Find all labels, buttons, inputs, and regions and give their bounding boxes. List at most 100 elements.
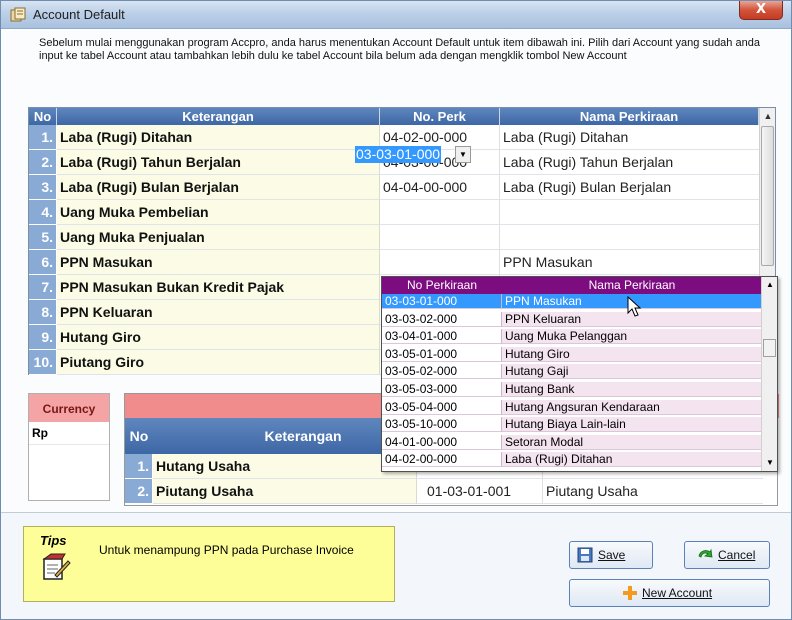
cancel-button[interactable]: Cancel [684,541,770,569]
row-nama-perkiraan[interactable] [500,225,759,250]
dropdown-item[interactable]: 03-05-04-000 Hutang Angsuran Kendaraan [382,399,762,415]
mouse-cursor-icon [627,296,642,317]
cancel-label: Cancel [718,548,756,562]
dropdown-item[interactable]: 04-02-00-000 Laba (Rugi) Ditahan [382,452,762,468]
dropdown-item-no: 04-01-00-000 [382,434,502,450]
table-row[interactable]: 6. PPN Masukan PPN Masukan [29,250,759,275]
row-keterangan[interactable]: Piutang Giro [57,350,380,375]
window-title: Account Default [33,7,125,22]
no-perk-combo-value[interactable]: 03-03-01-000 [355,146,442,163]
tips-text: Untuk menampung PPN pada Purchase Invoic… [99,543,354,557]
description-text: Sebelum mulai menggunakan program Accpro… [39,37,760,62]
dropdown-item-nama: Hutang Giro [502,346,762,362]
row-nama-perkiraan[interactable]: PPN Masukan [500,250,759,275]
undo-arrow-icon [698,548,713,558]
row-number[interactable]: 7. [29,275,57,300]
table-row[interactable]: 4. Uang Muka Pembelian [29,200,759,225]
col-header-nama-perkiraan[interactable]: Nama Perkiraan [500,108,759,125]
row-nama-perkiraan[interactable]: Laba (Rugi) Ditahan [500,125,759,150]
close-button[interactable]: X [739,1,783,20]
currency-grid[interactable]: Currency Rp [28,393,110,501]
dropdown-scrollbar[interactable]: ▲ ▼ [761,277,777,471]
dropdown-item-no: 03-03-01-000 [382,294,502,309]
row-no-perk[interactable] [380,225,500,250]
dropdown-item[interactable]: 03-03-01-000 PPN Masukan [382,294,762,309]
new-account-button[interactable]: New Account [569,579,770,607]
dropdown-item-no: 03-05-04-000 [382,399,502,415]
no-perk-combo[interactable]: 03-03-01-000 ▼ [353,144,474,165]
save-label: Save [598,548,626,562]
row-keterangan[interactable]: Laba (Rugi) Tahun Berjalan [57,150,380,175]
currency-value[interactable]: Rp [29,422,109,445]
dropdown-item[interactable]: 03-04-01-000 Uang Muka Pelanggan [382,329,762,345]
tips-box: Tips Untuk menampung PPN pada Purchase I… [23,526,395,602]
currency-header: Currency [29,394,109,422]
dropdown-item[interactable]: 03-05-01-000 Hutang Giro [382,346,762,362]
row-number[interactable]: 5. [29,225,57,250]
dropdown-item[interactable]: 03-05-10-000 Hutang Biaya Lain-lain [382,417,762,433]
row-number[interactable]: 2. [29,150,57,175]
row-keterangan[interactable]: Hutang Giro [57,325,380,350]
dropdown-item[interactable]: 03-05-03-000 Hutang Bank [382,382,762,397]
row-keterangan[interactable]: Laba (Rugi) Bulan Berjalan [57,175,380,200]
row-number[interactable]: 1. [125,454,153,479]
row-keterangan[interactable]: Uang Muka Pembelian [57,200,380,225]
row-no-perk[interactable]: 01-03-01-001 [417,479,543,504]
row-number[interactable]: 9. [29,325,57,350]
row-number[interactable]: 4. [29,200,57,225]
dropdown-item-no: 03-04-01-000 [382,329,502,345]
table-row[interactable]: 2. Piutang Usaha 01-03-01-001 Piutang Usaha [125,479,779,504]
dropdown-item[interactable]: 03-03-02-000 PPN Keluaran [382,311,762,327]
tips-label: Tips [40,533,67,548]
row-keterangan[interactable]: Piutang Usaha [153,479,417,504]
table-row[interactable]: 5. Uang Muka Penjualan [29,225,759,250]
dropdown-item-no: 03-05-02-000 [382,364,502,380]
row-keterangan[interactable]: Uang Muka Penjualan [57,225,380,250]
chevron-down-icon[interactable]: ▼ [455,146,471,163]
dropdown-scroll-up-icon[interactable]: ▲ [762,277,778,293]
row-number[interactable]: 1. [29,125,57,150]
row-keterangan[interactable]: Laba (Rugi) Ditahan [57,125,380,150]
app-icon [10,7,26,22]
row-number[interactable]: 8. [29,300,57,325]
notepad-pencil-icon [42,553,71,580]
account-dropdown-list[interactable]: No Perkiraan Nama Perkiraan 03-03-01-000… [381,276,778,472]
save-button[interactable]: Save [569,541,653,569]
dropdown-scroll-down-icon[interactable]: ▼ [762,455,778,471]
row-no-perk[interactable] [380,200,500,225]
row-nama-perkiraan[interactable]: Laba (Rugi) Tahun Berjalan [500,150,759,175]
row-nama-perkiraan[interactable]: Laba (Rugi) Bulan Berjalan [500,175,759,200]
scroll-thumb[interactable] [761,126,774,266]
row-no-perk[interactable] [380,250,500,275]
account-col-header-no[interactable]: No [125,418,153,454]
row-no-perk[interactable]: 04-04-00-000 [380,175,500,200]
new-account-label: New Account [642,586,713,600]
row-nama-perkiraan[interactable]: Piutang Usaha [543,479,763,504]
dropdown-scroll-thumb[interactable] [763,339,776,357]
scroll-up-icon[interactable]: ▲ [760,108,776,124]
dropdown-item-no: 04-02-00-000 [382,452,502,468]
table-row[interactable]: 3. Laba (Rugi) Bulan Berjalan 04-04-00-000… [29,175,759,200]
col-header-keterangan[interactable]: Keterangan [57,108,380,125]
dropdown-header-no: No Perkiraan [382,277,502,294]
row-number[interactable]: 2. [125,479,153,504]
save-icon [577,547,593,563]
col-header-no-perk[interactable]: No. Perk [380,108,500,125]
row-keterangan[interactable]: PPN Keluaran [57,300,380,325]
plus-icon [623,586,637,600]
row-number[interactable]: 6. [29,250,57,275]
dropdown-item-no: 03-03-02-000 [382,311,502,327]
row-keterangan[interactable]: Hutang Usaha [153,454,417,479]
dropdown-item-no: 03-05-01-000 [382,346,502,362]
row-nama-perkiraan[interactable] [500,200,759,225]
dropdown-item-nama: Laba (Rugi) Ditahan [502,452,762,468]
row-number[interactable]: 10. [29,350,57,375]
dropdown-item[interactable]: 04-01-00-000 Setoran Modal [382,434,762,450]
col-header-no[interactable]: No [29,108,57,125]
dropdown-item-nama: Setoran Modal [502,434,762,450]
row-keterangan[interactable]: PPN Masukan [57,250,380,275]
row-keterangan[interactable]: PPN Masukan Bukan Kredit Pajak [57,275,380,300]
dropdown-item[interactable]: 03-05-02-000 Hutang Gaji [382,364,762,380]
row-number[interactable]: 3. [29,175,57,200]
dropdown-item-nama: Hutang Angsuran Kendaraan [502,399,762,415]
